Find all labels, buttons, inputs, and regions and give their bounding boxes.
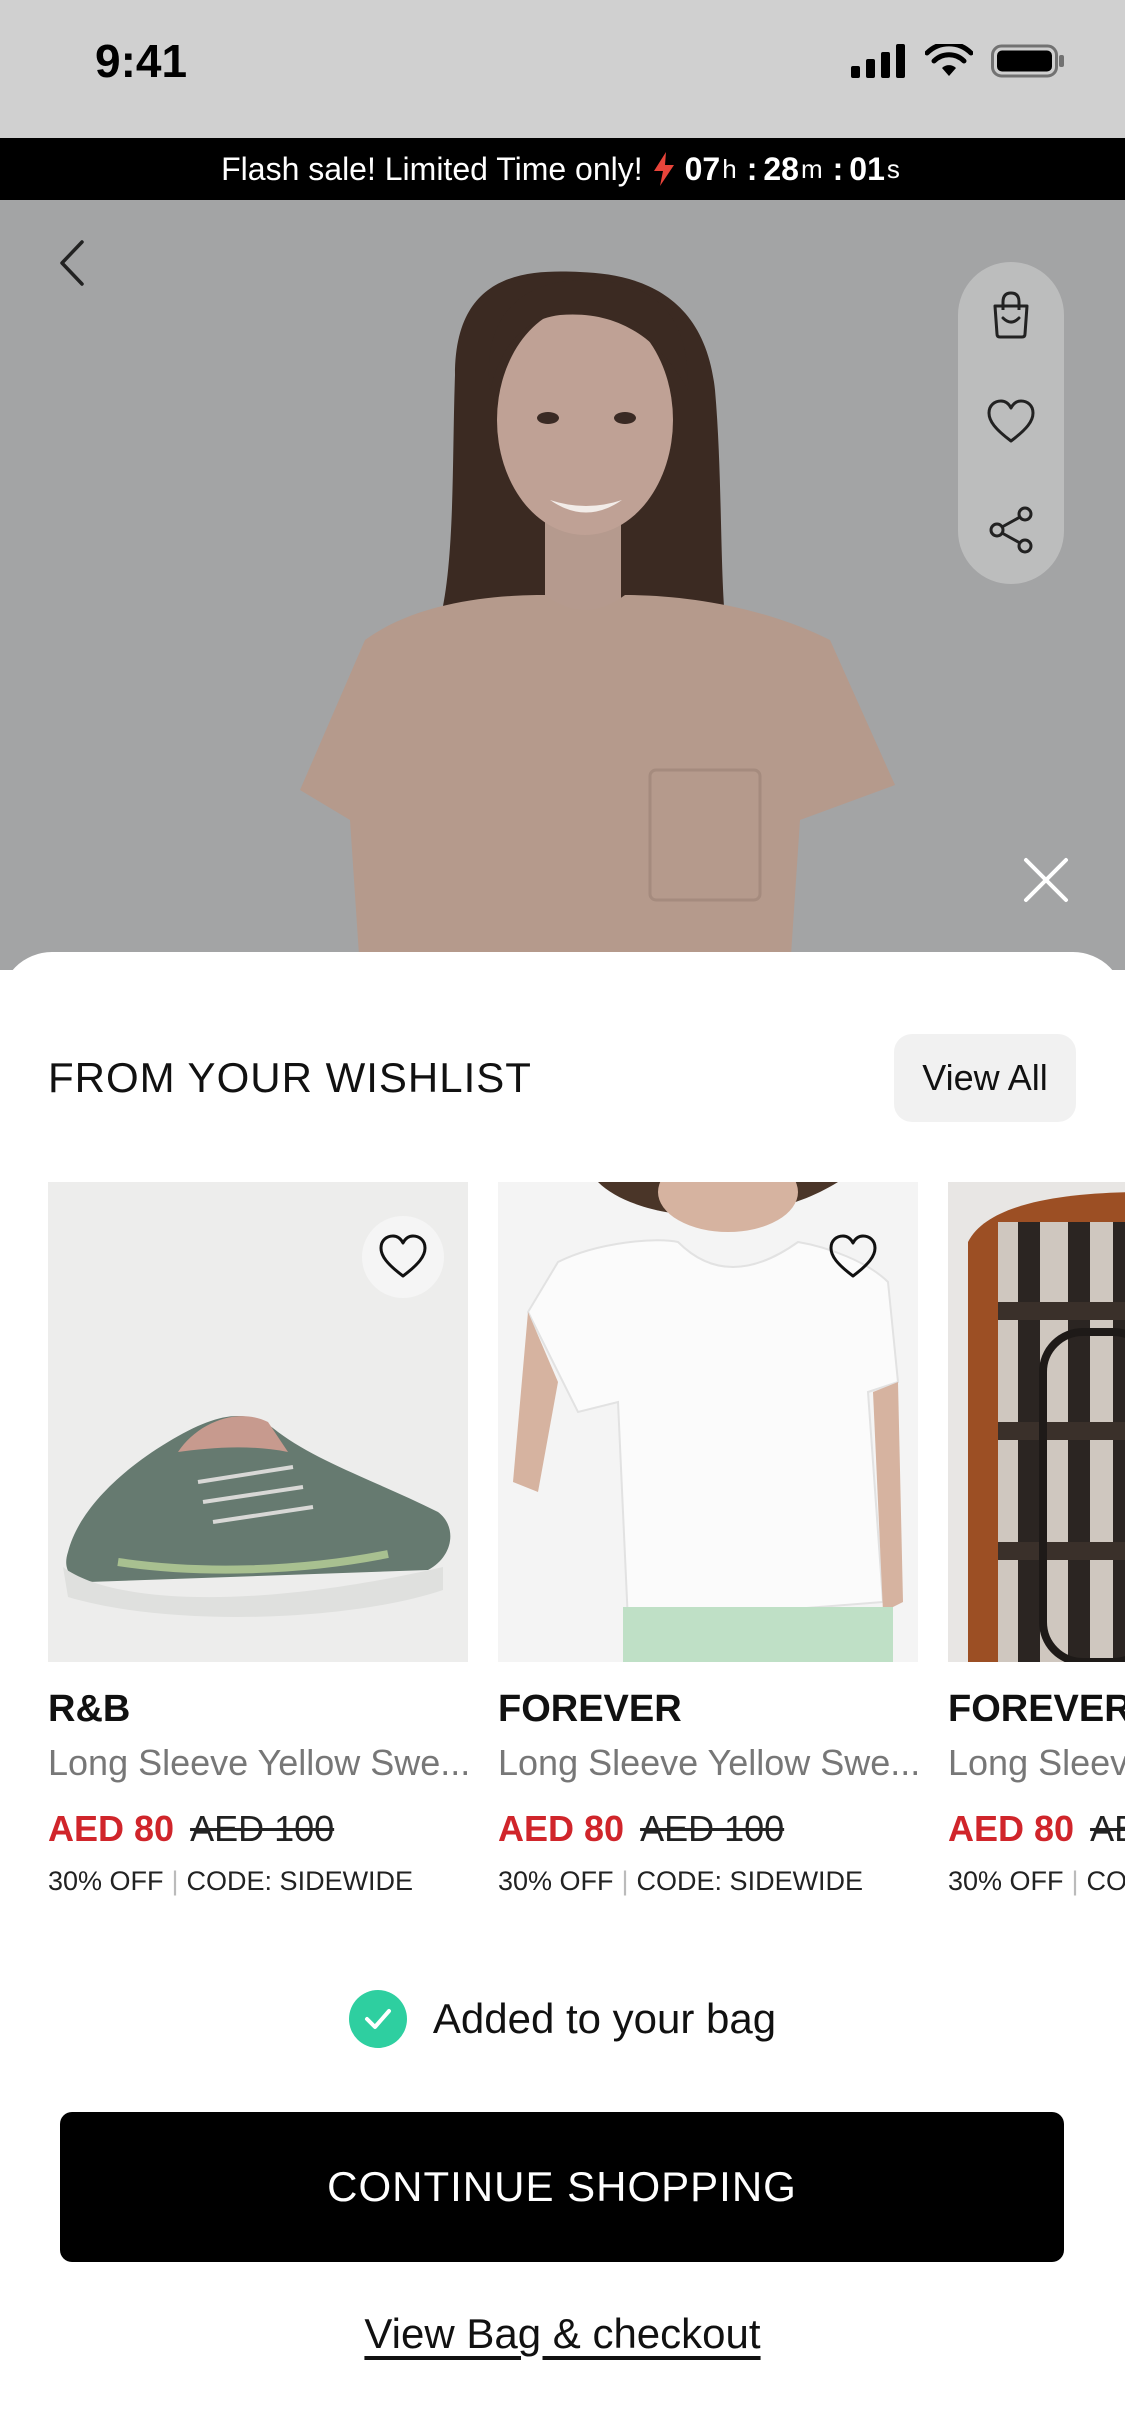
back-chevron-icon[interactable]	[52, 238, 92, 288]
status-bar: 9:41	[0, 0, 1125, 138]
heart-icon	[829, 1234, 877, 1278]
countdown-minutes: 28	[763, 150, 799, 187]
price-row: AED 80 AED 100	[498, 1808, 918, 1852]
product-brand: FOREVER	[498, 1688, 682, 1730]
status-time: 9:41	[95, 35, 188, 87]
price-row: AED 80 AED 100	[48, 1808, 468, 1852]
countdown-hours: 07	[684, 150, 721, 187]
sale-price: AED 80	[948, 1808, 1075, 1849]
close-icon[interactable]	[1020, 854, 1072, 906]
discount-label: 30% OFF	[948, 1866, 1064, 1896]
signal-icon	[851, 44, 905, 78]
sale-price: AED 80	[498, 1808, 625, 1849]
promo-code: CODE: SIDEWIDE	[636, 1866, 864, 1896]
wishlist-heart-button[interactable]	[812, 1216, 894, 1298]
flash-sale-banner: Flash sale! Limited Time only! 07 h : 28…	[0, 138, 1125, 200]
divider: |	[1071, 1866, 1079, 1896]
divider: |	[171, 1866, 179, 1896]
product-hero-image	[0, 200, 1125, 970]
divider: |	[621, 1866, 629, 1896]
countdown-minutes-unit: m	[800, 153, 823, 184]
flash-sale-text: Flash sale! Limited Time only!	[221, 150, 643, 187]
heart-icon[interactable]	[985, 396, 1037, 448]
countdown-colon: :	[746, 150, 758, 187]
product-name: Long Sleeve Yellow Swe...	[48, 1742, 468, 1783]
original-price: AED 100	[1090, 1808, 1125, 1849]
bag-icon[interactable]	[985, 288, 1037, 340]
wishlist-heart-button[interactable]	[362, 1216, 444, 1298]
wishlist-card[interactable]: R&B Long Sleeve Yellow Swe... AED 80 AED …	[48, 1182, 468, 1897]
promo-row: 30% OFF|CODE: SIDEWIDE	[948, 1866, 1125, 1897]
product-image	[498, 1182, 918, 1662]
sale-price: AED 80	[48, 1808, 175, 1849]
product-name: Long Sleeve Yellow Swe...	[498, 1742, 918, 1783]
countdown-seconds-unit: s	[886, 153, 900, 184]
product-image	[948, 1182, 1125, 1662]
product-brand: R&B	[48, 1688, 131, 1730]
countdown-seconds: 01	[849, 150, 885, 187]
promo-code: CODE: SIDEWIDE	[1086, 1866, 1125, 1896]
wifi-icon	[925, 44, 973, 76]
view-bag-checkout-link[interactable]: View Bag & checkout	[0, 2310, 1125, 2358]
check-circle-icon	[348, 1990, 407, 2048]
countdown-hours-unit: h	[722, 153, 737, 184]
original-price: AED 100	[640, 1808, 785, 1849]
discount-label: 30% OFF	[498, 1866, 614, 1896]
countdown-colon: :	[832, 150, 844, 187]
view-all-button[interactable]: View All	[894, 1034, 1076, 1122]
share-icon[interactable]	[985, 504, 1037, 556]
wishlist-card[interactable]: FOREVER Long Sleeve Yellow Swe... AED 80…	[498, 1182, 918, 1897]
promo-code: CODE: SIDEWIDE	[186, 1866, 414, 1896]
lightning-icon	[653, 152, 674, 186]
product-brand: FOREVER	[948, 1688, 1125, 1730]
wishlist-card[interactable]: FOREVER Long Sleeve Yellow Swe... AED 80…	[948, 1182, 1125, 1897]
wishlist-title: FROM YOUR WISHLIST	[48, 1054, 532, 1101]
heart-icon	[379, 1234, 427, 1278]
product-image	[48, 1182, 468, 1662]
model-photo	[0, 200, 1125, 970]
continue-shopping-button[interactable]: CONTINUE SHOPPING	[60, 2112, 1064, 2262]
product-name: Long Sleeve Yellow Swe...	[948, 1742, 1125, 1783]
added-text: Added to your bag	[432, 1995, 777, 2042]
added-confirmation: Added to your bag	[0, 1990, 1125, 2048]
discount-label: 30% OFF	[48, 1866, 164, 1896]
promo-row: 30% OFF|CODE: SIDEWIDE	[498, 1866, 918, 1897]
battery-icon	[991, 44, 1064, 78]
status-icons	[851, 44, 1065, 78]
promo-row: 30% OFF|CODE: SIDEWIDE	[48, 1866, 468, 1897]
original-price: AED 100	[190, 1808, 335, 1849]
price-row: AED 80 AED 100	[948, 1808, 1125, 1852]
